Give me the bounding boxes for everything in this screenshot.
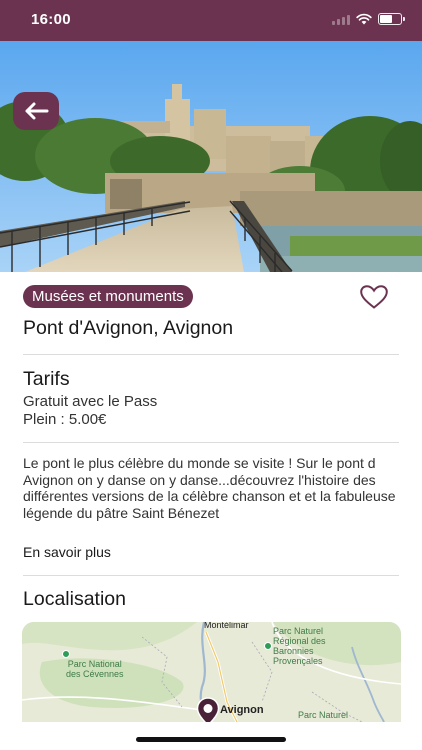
map-label-baronnies: Parc Naturel Régional des Baronnies Prov…: [273, 626, 326, 666]
tarif-full-price-line: Plein : 5.00€: [23, 411, 107, 428]
arrow-left-icon: [25, 102, 49, 120]
map-label-avignon: Avignon: [220, 704, 264, 716]
description-text: Le pont le plus célèbre du monde se visi…: [23, 455, 396, 521]
category-badge[interactable]: Musées et monuments: [23, 285, 193, 308]
tarifs-title: Tarifs: [23, 368, 70, 390]
place-title: Pont d'Avignon, Avignon: [23, 317, 234, 339]
home-indicator: [136, 737, 286, 742]
location-pin-icon: [196, 697, 220, 722]
hero-image: [0, 41, 422, 272]
localisation-title: Localisation: [23, 588, 126, 610]
divider: [23, 575, 399, 576]
park-marker-icon: [62, 650, 70, 658]
status-time: 16:00: [31, 11, 71, 28]
divider: [23, 354, 399, 355]
park-marker-icon: [264, 642, 272, 650]
heart-outline-icon[interactable]: [359, 284, 389, 310]
wifi-icon: [356, 13, 372, 25]
location-map[interactable]: Montélimar Parc Naturel Régional des Bar…: [22, 622, 401, 722]
status-bar: 16:00: [0, 0, 422, 41]
map-label-montelimar: Montélimar: [204, 622, 249, 630]
map-label-bottom-park: Parc Naturel: [298, 710, 349, 720]
pont-d-avignon-photo: [0, 41, 422, 272]
tarif-pass-line: Gratuit avec le Pass: [23, 393, 158, 410]
read-more-link[interactable]: En savoir plus: [23, 544, 111, 560]
divider: [23, 442, 399, 443]
status-icons: [332, 13, 405, 25]
battery-level: [380, 15, 392, 23]
cellular-signal-icon: [332, 14, 350, 25]
map-label-cevennes: Parc National des Cévennes: [66, 659, 124, 679]
back-button[interactable]: [13, 92, 59, 130]
battery-icon: [378, 13, 405, 25]
